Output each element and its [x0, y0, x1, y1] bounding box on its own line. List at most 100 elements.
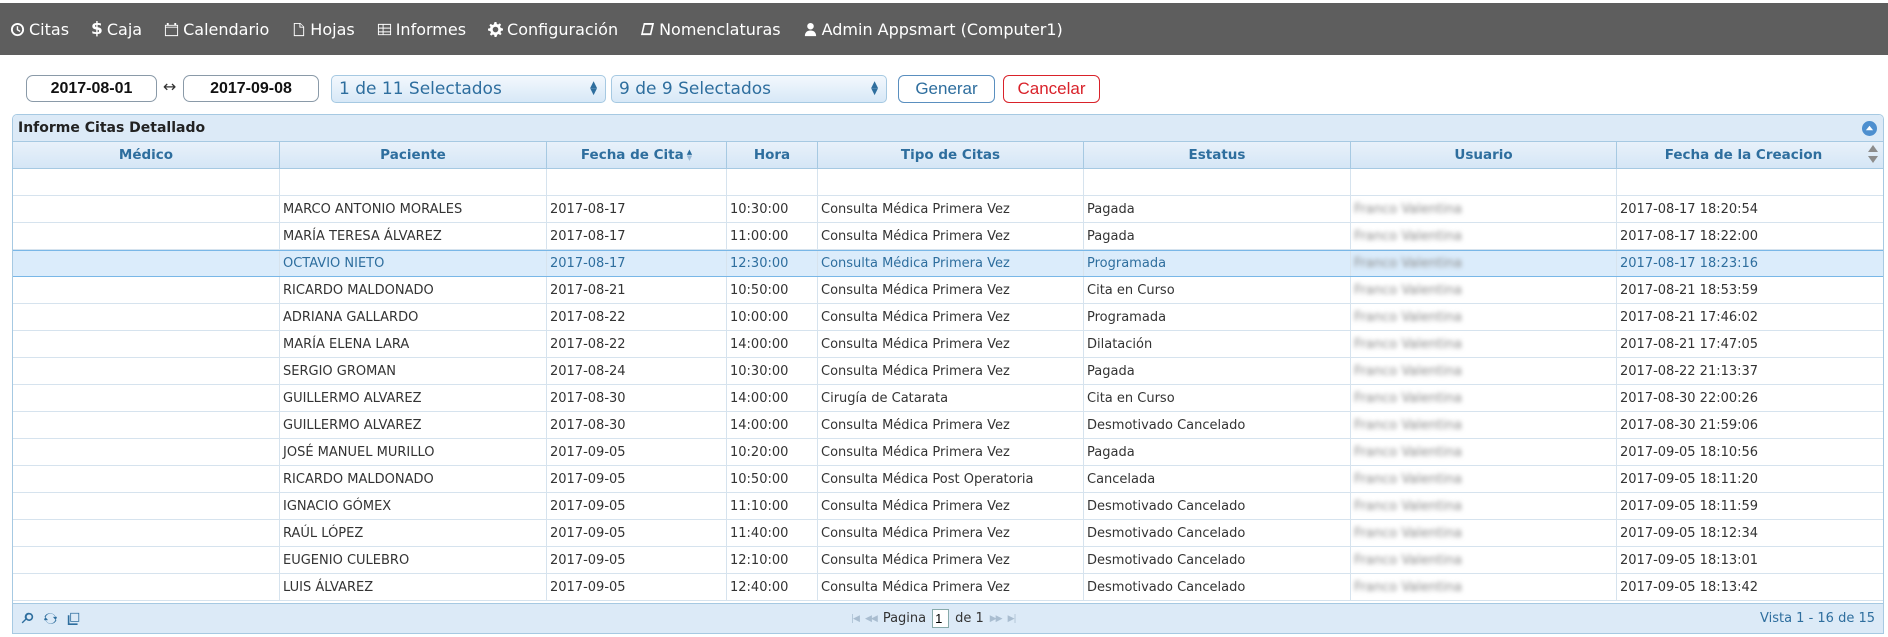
doctor-multiselect[interactable]: 1 de 11 Selectados ▲ ▼: [331, 75, 606, 103]
cell-creacion: 2017-09-05 18:11:59: [1617, 493, 1870, 519]
table-row[interactable]: JOSÉ MANUEL MURILLO 2017-09-05 10:20:00 Con…: [13, 439, 1883, 466]
nav-informes[interactable]: Informes: [377, 20, 466, 39]
table-row[interactable]: SERGIO GROMAN 2017-08-24 10:30:00 Consulta …: [13, 358, 1883, 385]
pager-tools: [13, 612, 80, 625]
cell-text: 10:30:00: [730, 363, 789, 379]
column-header-tipo[interactable]: Tipo de Citas: [818, 142, 1084, 168]
last-page-icon[interactable]: ▶|: [1008, 614, 1017, 624]
cell-paciente: RICARDO MALDONADO: [280, 466, 547, 492]
table-row[interactable]: RICARDO MALDONADO 2017-09-05 10:50:00 Consu…: [13, 466, 1883, 493]
prev-page-icon[interactable]: ◀◀: [865, 614, 878, 624]
cell-usuario: Franco Valentina: [1351, 304, 1617, 330]
cell-estatus: Desmotivado Cancelado: [1084, 412, 1351, 438]
cell-text: Consulta Médica Primera Vez: [821, 256, 1010, 271]
grid-pager: |◀ ◀◀ Pagina de 1 ▶▶ ▶| Vista 1 - 16 de …: [13, 603, 1883, 633]
table-row[interactable]: ADRIANA GALLARDO 2017-08-22 10:00:00 Consul…: [13, 304, 1883, 331]
cell-medico: [13, 466, 280, 492]
column-header-fecha-cita[interactable]: Fecha de Cita ▲ ▼: [547, 142, 727, 168]
cell-paciente: SERGIO GROMAN: [280, 358, 547, 384]
nav-label: Informes: [395, 19, 467, 39]
nav-configuracion[interactable]: Configuración: [488, 20, 618, 39]
column-header-hora[interactable]: Hora: [727, 142, 818, 168]
cell-text: Programada: [1087, 309, 1167, 325]
nav-hojas[interactable]: Hojas: [291, 19, 355, 39]
cell-usuario: Franco Valentina: [1351, 574, 1617, 600]
cell-text: Desmotivado Cancelado: [1087, 417, 1246, 433]
date-from-input[interactable]: [26, 75, 157, 102]
table-row[interactable]: MARCO ANTONIO MORALES 2017-08-17 10:30:00 C…: [13, 196, 1883, 223]
table-row[interactable]: RICARDO MALDONADO 2017-08-21 10:50:00 Consu…: [13, 277, 1883, 304]
cell-text: Desmotivado Cancelado: [1087, 525, 1246, 541]
cell-text: 2017-08-21: [550, 282, 626, 298]
nav-label: Hojas: [310, 19, 355, 39]
table-row[interactable]: LUIS ÁLVAREZ 2017-09-05 12:40:00 Consulta M…: [13, 574, 1883, 601]
nav-caja[interactable]: $ Caja: [91, 19, 142, 39]
refresh-icon[interactable]: [44, 612, 57, 625]
search-icon[interactable]: [21, 612, 34, 625]
column-header-medico[interactable]: Médico: [13, 142, 280, 168]
table-row[interactable]: MARÍA ELENA LARA 2017-08-22 14:00:00 Consul…: [13, 331, 1883, 358]
column-header-paciente[interactable]: Paciente: [280, 142, 547, 168]
cancel-button[interactable]: Cancelar: [1003, 75, 1100, 103]
table-row[interactable]: EUGENIO CULEBRO 2017-09-05 12:10:00 Consult…: [13, 547, 1883, 574]
cell-usuario: Franco Valentina: [1351, 520, 1617, 546]
cell-text: Consulta Médica Primera Vez: [821, 552, 1010, 568]
nav-citas[interactable]: Citas: [10, 20, 69, 39]
cell-text: 11:10:00: [730, 498, 789, 514]
status-multiselect[interactable]: 9 de 9 Selectados ▲ ▼: [611, 75, 887, 103]
nav-calendario[interactable]: Calendario: [164, 20, 269, 39]
generate-button[interactable]: Generar: [898, 75, 995, 103]
cell-text: Cirugía de Catarata: [821, 390, 949, 406]
table-row[interactable]: MARÍA TERESA ÁLVAREZ 2017-08-17 11:00:00 Co…: [13, 223, 1883, 250]
cell-text: 2017-09-05: [550, 471, 626, 487]
cell-text: 2017-08-21 17:47:05: [1620, 336, 1759, 352]
cell-hora: 11:40:00: [727, 520, 818, 546]
cell-text: 10:50:00: [730, 471, 789, 487]
scroll-arrows[interactable]: [1867, 144, 1879, 164]
cell-fecha: 2017-08-30: [547, 412, 727, 438]
column-header-usuario[interactable]: Usuario: [1351, 142, 1617, 168]
cell-hora: 10:00:00: [727, 304, 818, 330]
table-row[interactable]: OCTAVIO NIETO 2017-08-17 12:30:00 Consulta …: [13, 250, 1883, 277]
cell-text: Franco Valentina: [1354, 390, 1462, 406]
table-row[interactable]: RAÚL LÓPEZ 2017-09-05 11:40:00 Consulta Méd…: [13, 520, 1883, 547]
book-icon: [641, 22, 655, 35]
cell-usuario: Franco Valentina: [1351, 385, 1617, 411]
page-number-input[interactable]: [932, 609, 950, 628]
cell-usuario: Franco Valentina: [1351, 493, 1617, 519]
cell-text: 2017-09-05: [550, 444, 626, 460]
nav-user[interactable]: Admin Appsmart (Computer1): [803, 20, 1063, 39]
date-to-input[interactable]: [183, 75, 319, 102]
cell-text: Cita en Curso: [1087, 390, 1175, 406]
cell-text: Franco Valentina: [1354, 579, 1462, 595]
cell-medico: [13, 520, 280, 546]
cell-tipo: Cirugía de Catarata: [818, 385, 1084, 411]
filter-bar: ↔ 1 de 11 Selectados ▲▼ 9 de 9 Selectado…: [0, 55, 1888, 115]
grid-caption: Informe Citas Detallado: [13, 115, 1883, 142]
cell-paciente: OCTAVIO NIETO: [280, 251, 547, 276]
table-row[interactable]: GUILLERMO ALVAREZ 2017-08-30 14:00:00 Consu…: [13, 412, 1883, 439]
first-page-icon[interactable]: |◀: [851, 614, 860, 624]
cell-text: Franco Valentina: [1354, 552, 1462, 568]
cell-text: 2017-08-17: [550, 201, 626, 217]
columns-icon[interactable]: [67, 612, 80, 625]
column-header-estatus[interactable]: Estatus: [1084, 142, 1351, 168]
table-row[interactable]: IGNACIO GÓMEX 2017-09-05 11:10:00 Consulta …: [13, 493, 1883, 520]
table-row[interactable]: GUILLERMO ALVAREZ 2017-08-30 14:00:00 Cirug…: [13, 385, 1883, 412]
cell-fecha: 2017-09-05: [547, 574, 727, 600]
cell-text: MARÍA ELENA LARA: [283, 336, 410, 352]
next-page-icon[interactable]: ▶▶: [990, 614, 1003, 624]
cell-text: Franco Valentina: [1354, 228, 1462, 244]
cell-paciente: RAÚL LÓPEZ: [280, 520, 547, 546]
collapse-grid-button[interactable]: [1862, 121, 1877, 136]
column-header-fecha-creacion[interactable]: Fecha de la Creacion: [1617, 142, 1870, 168]
cell-text: Cancelada: [1087, 471, 1156, 487]
cell-hora: 12:10:00: [727, 547, 818, 573]
cell-text: Programada: [1087, 256, 1167, 271]
cell-hora: 14:00:00: [727, 412, 818, 438]
cell-text: 10:00:00: [730, 309, 789, 325]
cell-medico: [13, 358, 280, 384]
cell-text: RICARDO MALDONADO: [283, 471, 434, 487]
cell-medico: [13, 439, 280, 465]
nav-nomenclaturas[interactable]: Nomenclaturas: [640, 20, 781, 39]
